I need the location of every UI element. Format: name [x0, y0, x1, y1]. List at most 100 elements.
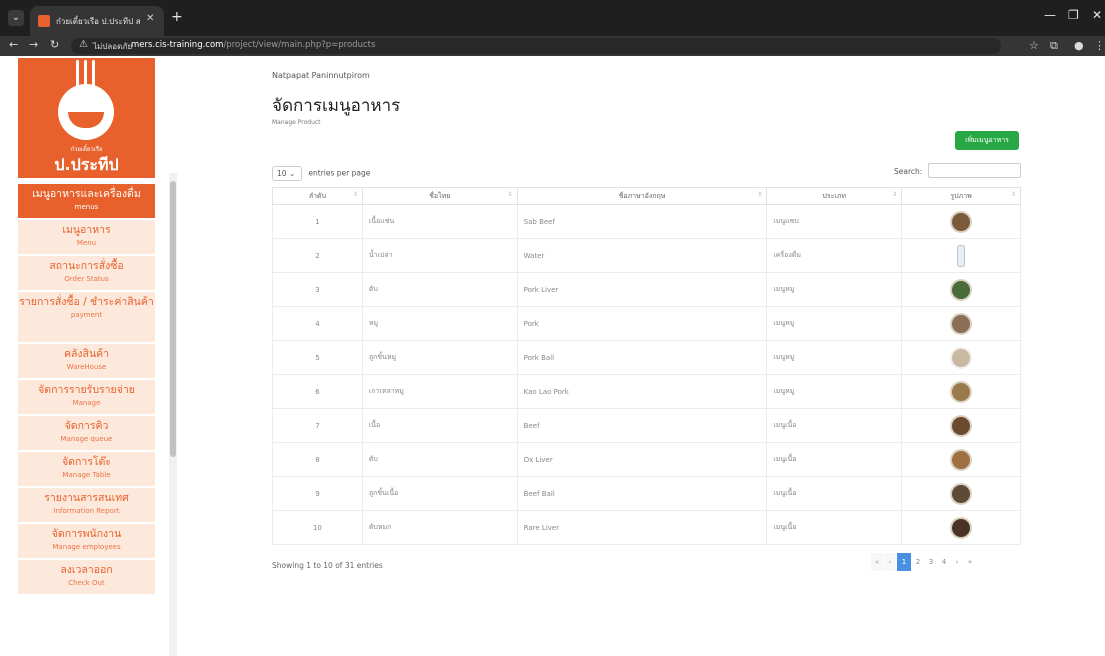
sidebar-item-checkout[interactable]: ลงเวลาออก Check Out — [18, 560, 155, 594]
page-last-button[interactable]: » — [964, 553, 976, 571]
food-image[interactable] — [950, 448, 973, 471]
column-header-thai-name[interactable]: ชื่อไทย ⇕ — [361, 187, 518, 205]
security-label[interactable]: ไม่ปลอดภัย — [93, 40, 132, 53]
page-prev-button[interactable]: ‹ — [884, 553, 896, 571]
search-label: Search: — [894, 167, 923, 176]
cell-image — [901, 374, 1021, 409]
url-host: mers.cis-training.com — [131, 40, 224, 50]
table-row[interactable]: 7 เนื้อ Beef เมนูเนื้อ — [272, 408, 1021, 443]
column-header-no[interactable]: ลำดับ ⇕ — [272, 187, 363, 205]
column-header-type[interactable]: ประเภท ⇕ — [766, 187, 903, 205]
food-image[interactable] — [950, 414, 973, 437]
food-image[interactable] — [950, 380, 973, 403]
tab-search-icon[interactable]: ⌄ — [8, 10, 24, 26]
restaurant-logo[interactable]: ก๋วยเตี๋ยวเรือ ป.ประทีป — [18, 58, 155, 178]
sidebar-item-employees[interactable]: จัดการพนักงาน Manage employees — [18, 524, 155, 558]
back-icon[interactable]: ← — [9, 38, 18, 51]
table-row[interactable]: 2 น้ำเปล่า Water เครื่องดื่ม — [272, 238, 1021, 273]
sidebar-item-label: คลังสินค้า — [63, 348, 110, 360]
sidebar-item-warehouse[interactable]: คลังสินค้า WareHouse — [18, 344, 155, 378]
browser-tab[interactable]: ก๋วยเตี๋ยวเรือ ป.ประทีป สาขาเจ้ยยอด ✕ — [30, 6, 164, 36]
sort-icon: ⇕ — [352, 191, 358, 198]
food-image[interactable] — [950, 482, 973, 505]
sidebar-item-sublabel: WareHouse — [66, 363, 107, 371]
sidebar-item-queue[interactable]: จัดการคิว Manage queue — [18, 416, 155, 450]
page-2-button[interactable]: 2 — [912, 553, 924, 571]
sort-icon: ⇕ — [892, 191, 898, 198]
cell-thai-name: เนื้อแช่น — [361, 204, 518, 239]
table-row[interactable]: 5 ลูกชิ้นหมู Pork Ball เมนูหมู — [272, 340, 1021, 375]
forward-icon[interactable]: → — [29, 38, 38, 51]
new-tab-icon[interactable]: + — [171, 9, 183, 25]
scrollbar-thumb[interactable] — [170, 181, 176, 457]
cell-type: เมนูเนื้อ — [766, 408, 903, 443]
page-first-button[interactable]: « — [871, 553, 883, 571]
sidebar-item-sublabel: Manage — [72, 399, 101, 407]
cell-english-name: Pork — [516, 306, 768, 341]
sidebar-item-order-status[interactable]: สถานะการสั่งซื้อ Order Status — [18, 256, 155, 290]
search-input[interactable] — [928, 163, 1021, 178]
food-image[interactable] — [950, 312, 973, 335]
cell-image — [901, 204, 1021, 239]
page-1-button[interactable]: 1 — [897, 553, 911, 571]
cell-thai-name: ลูกชิ้นหมู — [361, 340, 518, 375]
table-row[interactable]: 9 ลูกชิ้นเนื้อ Beef Ball เมนูเนื้อ — [272, 476, 1021, 511]
sidebar-item-manage[interactable]: จัดการรายรับรายจ่าย Manage — [18, 380, 155, 414]
column-header-english-name[interactable]: ชื่อภาษาอังกฤษ ⇕ — [516, 187, 768, 205]
page-3-button[interactable]: 3 — [925, 553, 937, 571]
entries-per-page-select[interactable]: 10 ⌄ — [272, 166, 302, 181]
page-subtitle: Manage Product — [272, 119, 321, 126]
food-image[interactable] — [950, 346, 973, 369]
cell-english-name: Pork Ball — [516, 340, 768, 375]
sidebar-item-sublabel: Manage Table — [62, 471, 111, 479]
page-next-button[interactable]: › — [951, 553, 963, 571]
cell-type: เมนูหมู — [766, 306, 903, 341]
cell-no: 3 — [272, 272, 363, 307]
add-menu-button[interactable]: เพิ่มเมนูอาหาร — [955, 131, 1019, 150]
address-bar: ← → ↻ ⚠ ไม่ปลอดภัย mers.cis-training.com… — [0, 36, 1105, 56]
sidebar-item-table[interactable]: จัดการโต๊ะ Manage Table — [18, 452, 155, 486]
food-image[interactable] — [950, 278, 973, 301]
table-row[interactable]: 6 เกาเหลาหมู Kao Lao Pork เมนูหมู — [272, 374, 1021, 409]
cell-no: 10 — [272, 510, 363, 545]
close-window-icon[interactable]: ✕ — [1092, 8, 1102, 22]
sidebar-item-sublabel: Manage employees — [52, 543, 121, 551]
sidebar-scrollbar[interactable] — [169, 173, 177, 656]
sort-icon: ⇕ — [1010, 191, 1016, 198]
cell-no: 4 — [272, 306, 363, 341]
restore-icon[interactable]: ❐ — [1068, 8, 1079, 22]
sidebar-item-label: รายงานสารสนเทศ — [44, 492, 129, 504]
sidebar-item-menu[interactable]: เมนูอาหาร Menu — [18, 220, 155, 254]
sidebar-item-menus[interactable]: เมนูอาหารและเครื่องดื่ม menus — [18, 184, 155, 218]
water-bottle-image[interactable] — [957, 244, 966, 267]
table-row[interactable]: 4 หมู Pork เมนูหมู — [272, 306, 1021, 341]
food-image[interactable] — [950, 210, 973, 233]
column-header-image[interactable]: รูปภาพ ⇕ — [901, 187, 1021, 205]
table-row[interactable]: 1 เนื้อแช่น Sab Beef เมนูแซบ — [272, 204, 1021, 239]
sidebar-menu: เมนูอาหารและเครื่องดื่ม menus เมนูอาหาร … — [18, 184, 155, 596]
warning-icon[interactable]: ⚠ — [79, 39, 88, 50]
user-name: Natpapat Paninnutpirom — [272, 71, 370, 80]
profile-icon[interactable]: ● — [1074, 39, 1084, 52]
reload-icon[interactable]: ↻ — [50, 38, 59, 51]
url-path: /project/view/main.php?p=products — [223, 40, 376, 50]
food-image[interactable] — [950, 516, 973, 539]
table-row[interactable]: 8 ตับ Ox Liver เมนูเนื้อ — [272, 442, 1021, 477]
tab-close-icon[interactable]: ✕ — [146, 13, 154, 24]
sidebar-item-payment[interactable]: รายการสั่งซื้อ / ชำระค่าสินค้า payment — [18, 292, 155, 342]
bookmark-star-icon[interactable]: ☆ — [1029, 39, 1039, 52]
table-row[interactable]: 10 ตับหมก Rare Liver เมนูเนื้อ — [272, 510, 1021, 545]
cell-image — [901, 408, 1021, 443]
minimize-icon[interactable]: — — [1044, 8, 1056, 22]
page-4-button[interactable]: 4 — [938, 553, 950, 571]
url-input[interactable]: ⚠ ไม่ปลอดภัย mers.cis-training.com/proje… — [71, 38, 1001, 54]
products-table: ลำดับ ⇕ ชื่อไทย ⇕ ชื่อภาษาอังกฤษ ⇕ ประเภท ⇕ … — [272, 187, 1021, 545]
entries-control: 10 ⌄ entries per page — [272, 166, 370, 181]
table-row[interactable]: 3 ตับ Pork Liver เมนูหมู — [272, 272, 1021, 307]
cell-thai-name: ตับหมก — [361, 510, 518, 545]
column-header-label: ประเภท — [822, 191, 847, 200]
sidebar-item-report[interactable]: รายงานสารสนเทศ Information Report — [18, 488, 155, 522]
more-menu-icon[interactable]: ⋮ — [1094, 39, 1105, 52]
browser-tab-bar: ⌄ ก๋วยเตี๋ยวเรือ ป.ประทีป สาขาเจ้ยยอด ✕ … — [0, 0, 1105, 36]
extensions-icon[interactable]: ⧉ — [1050, 39, 1058, 53]
